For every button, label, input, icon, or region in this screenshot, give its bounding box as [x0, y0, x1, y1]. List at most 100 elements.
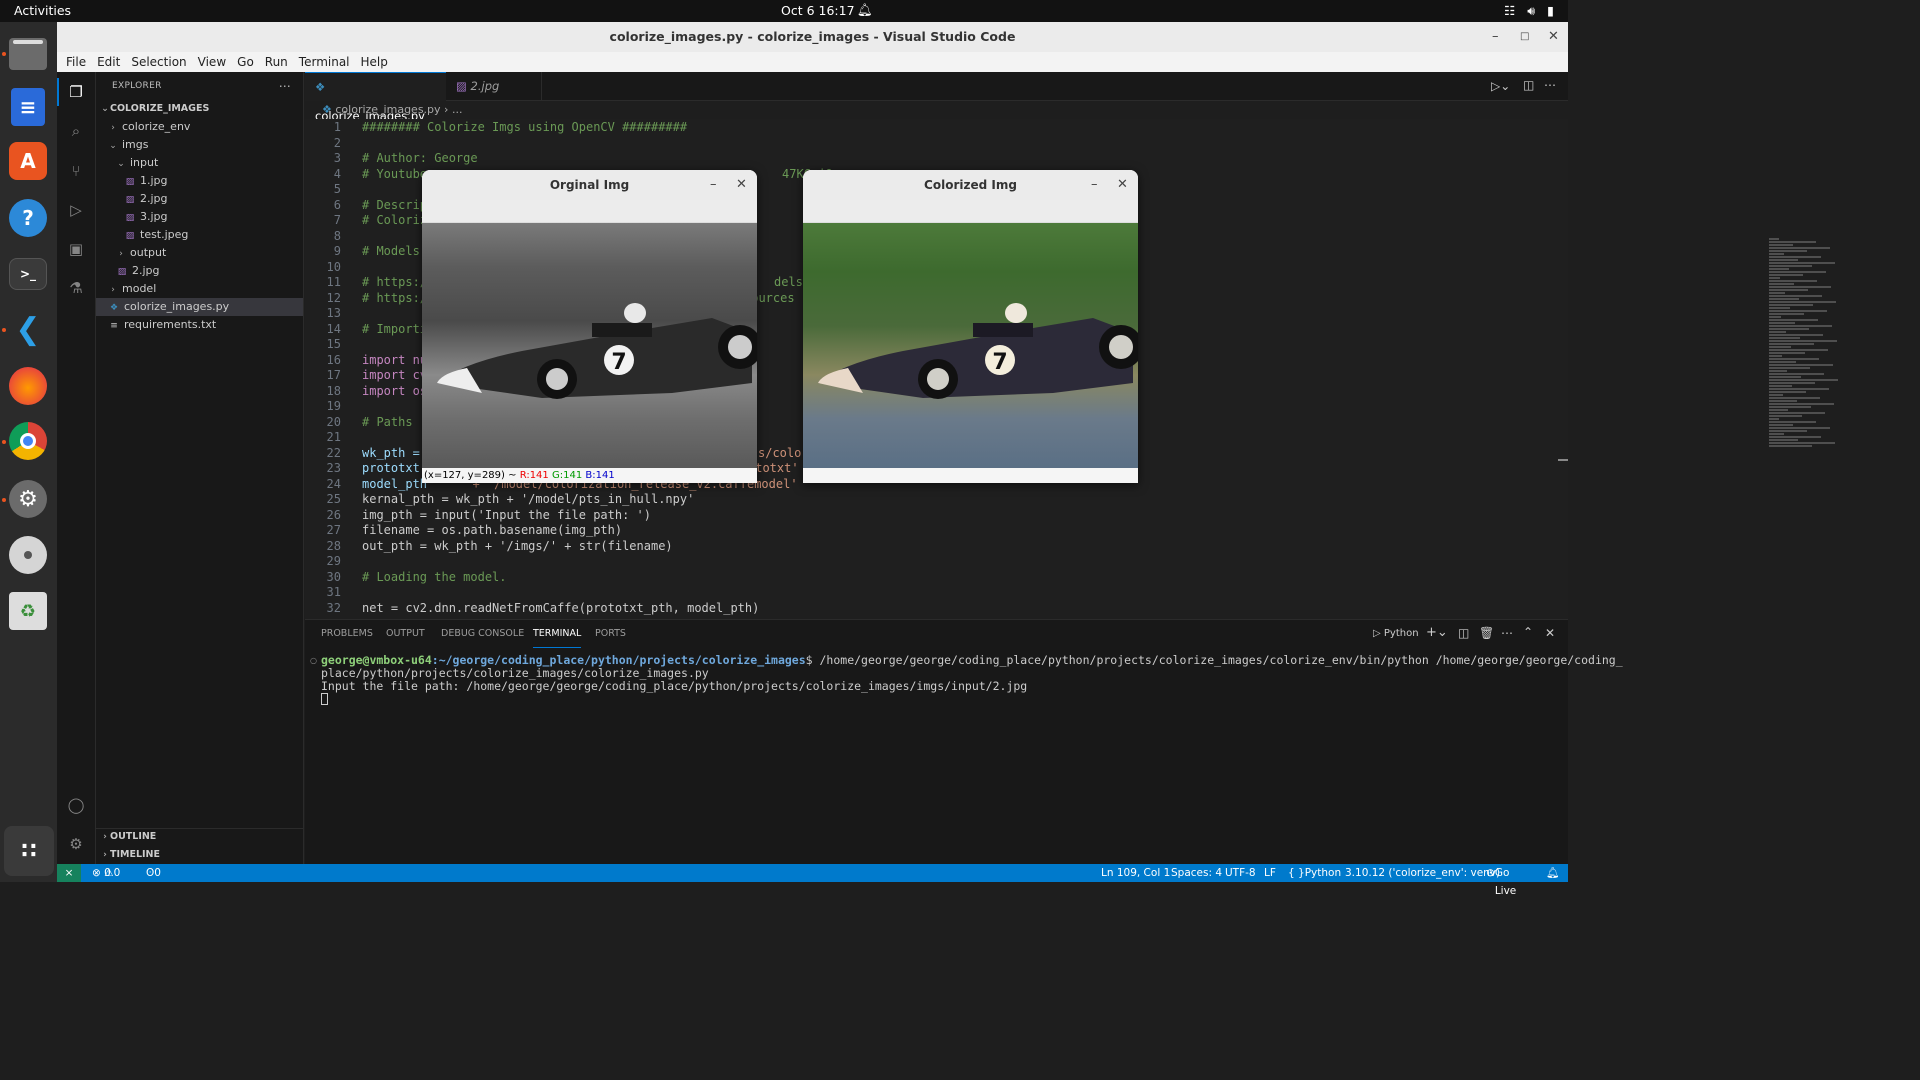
maximize-button[interactable]: □ — [1520, 22, 1529, 52]
breadcrumb-rest[interactable]: ... — [452, 103, 463, 116]
manage-gear-icon[interactable]: ⚙ — [65, 833, 87, 855]
tab-terminal[interactable]: TERMINAL — [533, 620, 582, 648]
tree-item-requirements-txt[interactable]: ≡ requirements.txt — [96, 316, 303, 334]
tab-output[interactable]: OUTPUT — [386, 620, 425, 648]
vscode-icon[interactable]: ❮ — [9, 310, 47, 348]
minimize-button[interactable]: – — [1492, 22, 1499, 52]
tree-item-1-jpg[interactable]: ▨ 1.jpg — [96, 172, 303, 190]
menu-terminal[interactable]: Terminal — [294, 55, 355, 69]
run-debug-icon[interactable]: ▷ — [65, 199, 87, 221]
tab-ports[interactable]: PORTS — [595, 620, 626, 648]
firefox-icon[interactable] — [9, 367, 47, 405]
menu-run[interactable]: Run — [260, 55, 293, 69]
run-python-file-icon[interactable]: ▷⌄ — [1491, 79, 1510, 93]
help-icon[interactable]: ? — [9, 199, 47, 237]
window-title: colorize_images.py - colorize_images - V… — [609, 29, 1016, 44]
notifications-icon[interactable]: 🔔︎ — [1546, 864, 1559, 882]
clock[interactable]: Oct 6 16:17 — [781, 3, 855, 18]
chevron-down-icon: ⌄ — [117, 159, 125, 169]
new-terminal-icon[interactable]: +⌄ — [1426, 625, 1448, 640]
original-image-window[interactable]: Orginal Img – ✕ 7 (x=127, y=289) ~ R:141… — [422, 170, 757, 483]
close-button[interactable]: ✕ — [1117, 170, 1128, 200]
system-tray[interactable]: ☷ 🔊︎ ▮ — [1504, 3, 1554, 19]
eol[interactable]: LF — [1264, 864, 1276, 882]
tree-item-input[interactable]: ⌄ input — [96, 154, 303, 172]
output-line-1: Input the file path: /home/george/george… — [321, 679, 1028, 693]
problems-status[interactable]: ⊗ 0 ⚠ 0 — [92, 864, 120, 882]
minimap-line — [1769, 316, 1781, 318]
minimap[interactable] — [1765, 238, 1861, 448]
terminal-icon[interactable]: >_ — [9, 258, 47, 290]
tree-item-3-jpg[interactable]: ▨ 3.jpg — [96, 208, 303, 226]
go-live[interactable]: ⊙ Go Live — [1486, 864, 1516, 897]
timeline-section[interactable]: › TIMELINE — [100, 846, 160, 864]
tree-item-output[interactable]: › output — [96, 244, 303, 262]
chrome-icon[interactable] — [9, 422, 47, 460]
menu-view[interactable]: View — [193, 55, 231, 69]
tab-colorize-images[interactable]: ❖ colorize_images.py ✕ — [305, 72, 446, 152]
language-mode[interactable]: { } Python — [1288, 864, 1341, 882]
writer-icon[interactable]: ≡ — [11, 88, 45, 126]
menu-selection[interactable]: Selection — [126, 55, 191, 69]
activities-button[interactable]: Activities — [14, 3, 71, 18]
line-number: 28 — [326, 538, 341, 553]
indentation[interactable]: Spaces: 4 — [1171, 864, 1222, 882]
more-actions-icon[interactable]: ⋯ — [1544, 78, 1556, 92]
software-icon[interactable]: A — [9, 142, 47, 180]
menu-go[interactable]: Go — [232, 55, 259, 69]
tree-item-test-jpeg[interactable]: ▨ test.jpeg — [96, 226, 303, 244]
encoding[interactable]: UTF-8 — [1225, 864, 1256, 882]
testing-icon[interactable]: ⚗ — [65, 277, 87, 299]
extensions-icon[interactable]: ▣ — [65, 238, 87, 260]
show-apps-icon[interactable]: ∷ — [4, 826, 54, 876]
menu-help[interactable]: Help — [356, 55, 393, 69]
minimize-button[interactable]: – — [710, 170, 717, 200]
source-control-icon[interactable]: ⑂ — [65, 160, 87, 182]
ports-status[interactable]: ʘ 0 — [146, 864, 161, 882]
tab-debug-console[interactable]: DEBUG CONSOLE — [441, 620, 524, 648]
window-titlebar: colorize_images.py - colorize_images - V… — [57, 22, 1568, 52]
outline-section[interactable]: › OUTLINE — [100, 828, 156, 846]
workspace-root[interactable]: ⌄COLORIZE_IMAGES — [96, 100, 303, 118]
minimap-line — [1769, 271, 1826, 273]
explorer-icon[interactable]: ❐ — [65, 81, 87, 103]
split-terminal-icon[interactable]: ◫ — [1458, 626, 1469, 640]
tree-item-imgs[interactable]: ⌄ imgs — [96, 136, 303, 154]
tab-problems[interactable]: PROBLEMS — [321, 620, 373, 648]
remote-icon[interactable]: ⨯ — [57, 864, 81, 882]
close-button[interactable]: ✕ — [1548, 22, 1559, 52]
close-panel-icon[interactable]: ✕ — [1545, 626, 1555, 640]
colorized-image-window[interactable]: Colorized Img – ✕ 7 — [803, 170, 1138, 483]
more-actions-icon[interactable]: ⋯ — [279, 72, 291, 100]
files-icon[interactable] — [9, 38, 47, 70]
settings-icon[interactable]: ⚙ — [9, 480, 47, 518]
line-number: 24 — [326, 476, 341, 491]
breadcrumb-file[interactable]: colorize_images.py — [335, 103, 440, 116]
trash-icon[interactable]: 🗑︎ — [1479, 626, 1494, 640]
menu-file[interactable]: File — [61, 55, 91, 69]
original-window-titlebar[interactable]: Orginal Img – ✕ — [422, 170, 757, 200]
tree-item-2-jpg[interactable]: ▨ 2.jpg — [96, 262, 303, 280]
tree-item-model[interactable]: › model — [96, 280, 303, 298]
terminal-profile[interactable]: ▷ Python — [1373, 628, 1419, 639]
tab-2-jpg[interactable]: ▨ 2.jpg — [446, 72, 542, 101]
minimap-line — [1769, 256, 1821, 258]
close-button[interactable]: ✕ — [736, 170, 747, 200]
search-icon[interactable]: ⌕ — [65, 120, 87, 142]
trash-icon[interactable]: ♻ — [9, 592, 47, 630]
interpreter[interactable]: 3.10.12 ('colorize_env': venv) — [1345, 864, 1500, 882]
tree-item-2-jpg[interactable]: ▨ 2.jpg — [96, 190, 303, 208]
account-icon[interactable]: ◯ — [65, 794, 87, 816]
disc-icon[interactable] — [9, 536, 47, 574]
split-editor-icon[interactable]: ◫ — [1523, 78, 1534, 92]
menu-edit[interactable]: Edit — [92, 55, 125, 69]
cursor-position[interactable]: Ln 109, Col 1 — [1101, 864, 1170, 882]
colorized-window-titlebar[interactable]: Colorized Img – ✕ — [803, 170, 1138, 200]
minimap-line — [1769, 343, 1814, 345]
more-actions-icon[interactable]: ⋯ — [1501, 626, 1513, 640]
tree-item-colorize-env[interactable]: › colorize_env — [96, 118, 303, 136]
maximize-panel-icon[interactable]: ⌃ — [1523, 625, 1533, 639]
minimize-button[interactable]: – — [1091, 170, 1098, 200]
terminal-output[interactable]: george@vmbox-u64:~/george/coding_place/p… — [321, 654, 1623, 708]
tree-item-colorize-images-py[interactable]: ❖ colorize_images.py — [96, 298, 303, 316]
